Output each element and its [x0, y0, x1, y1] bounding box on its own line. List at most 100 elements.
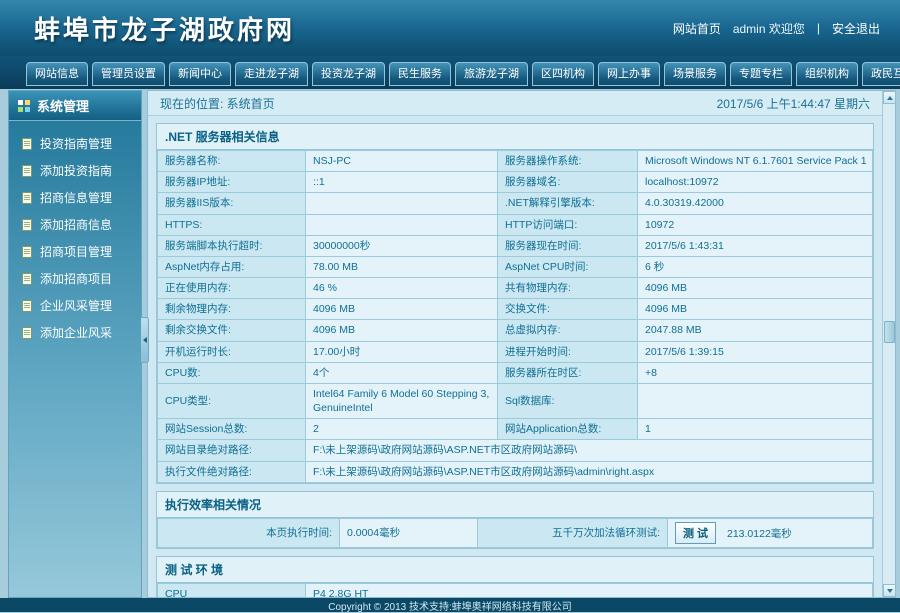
nav-tab-tourism-longzihu[interactable]: 旅游龙子湖 [455, 62, 528, 86]
arrow-up-icon [887, 96, 893, 100]
user-greeting: admin 欢迎您 [733, 20, 805, 37]
sidebar-item-merchants-project-add[interactable]: 添加招商项目 [9, 265, 141, 292]
table-row: CPU数: 4个 服务器所在时区: +8 [158, 362, 873, 383]
sidebar-item-label: 添加招商信息 [40, 216, 112, 233]
field-label: HTTPS: [158, 214, 306, 235]
field-label: CPU数: [158, 362, 306, 383]
field-value: 4096 MB [306, 299, 498, 320]
field-label: 网站Application总数: [498, 419, 638, 440]
nav-tab-site-info[interactable]: 网站信息 [26, 62, 88, 86]
sidebar-item-label: 招商项目管理 [40, 243, 112, 260]
field-value: 4096 MB [638, 278, 873, 299]
table-row: 服务器名称: NSJ-PC 服务器操作系统: Microsoft Windows… [158, 151, 873, 172]
nav-tab-livelihood-services[interactable]: 民生服务 [389, 62, 451, 86]
header-links: 网站首页 admin 欢迎您 | 安全退出 [673, 20, 880, 37]
field-label: 交换文件: [498, 299, 638, 320]
field-value: 46 % [306, 278, 498, 299]
field-value: 4096 MB [638, 299, 873, 320]
field-label: 网站Session总数: [158, 419, 306, 440]
table-row: 执行文件绝对路径: F:\未上架源码\政府网站源码\ASP.NET市区政府网站源… [158, 461, 873, 482]
nav-tab-organizations[interactable]: 组织机构 [796, 62, 858, 86]
nav-tab-public-interaction[interactable]: 政民互动 [862, 62, 900, 86]
table-row: 剩余交换文件: 4096 MB 总虚拟内存: 2047.88 MB [158, 320, 873, 341]
field-value: 78.00 MB [306, 256, 498, 277]
nav-tab-scene-services[interactable]: 场景服务 [664, 62, 726, 86]
sidebar-item-merchants-project-manage[interactable]: 招商项目管理 [9, 238, 141, 265]
field-value [306, 214, 498, 235]
sidebar-title: 系统管理 [37, 96, 89, 115]
content-scrollbar[interactable] [882, 91, 895, 597]
field-value: 10972 [638, 214, 873, 235]
logout-link[interactable]: 安全退出 [832, 20, 880, 37]
field-value: 0.0004毫秒 [340, 518, 478, 547]
table-row: 剩余物理内存: 4096 MB 交换文件: 4096 MB [158, 299, 873, 320]
field-label: .NET解释引擎版本: [498, 193, 638, 214]
sidebar-header: 系统管理 [9, 91, 141, 121]
field-value: 4个 [306, 362, 498, 383]
sidebar-item-merchants-info-add[interactable]: 添加招商信息 [9, 211, 141, 238]
nav-tab-special-topics[interactable]: 专题专栏 [730, 62, 792, 86]
nav-tab-online-services[interactable]: 网上办事 [598, 62, 660, 86]
table-row: CPU类型: Intel64 Family 6 Model 60 Steppin… [158, 383, 873, 418]
field-label: 五千万次加法循环测试: [478, 518, 668, 547]
table-row: HTTPS: HTTP访问端口: 10972 [158, 214, 873, 235]
document-icon [22, 273, 32, 285]
document-icon [22, 300, 32, 312]
nav-tab-news-center[interactable]: 新闻中心 [169, 62, 231, 86]
field-value: 6 秒 [638, 256, 873, 277]
server-info-section: .NET 服务器相关信息 服务器名称: NSJ-PC 服务器操作系统: Micr… [156, 123, 874, 484]
field-label: CPU [158, 583, 306, 598]
field-label: 服务器操作系统: [498, 151, 638, 172]
table-row: 网站目录绝对路径: F:\未上架源码\政府网站源码\ASP.NET市区政府网站源… [158, 440, 873, 461]
field-label: 网站目录绝对路径: [158, 440, 306, 461]
table-row: AspNet内存占用: 78.00 MB AspNet CPU时间: 6 秒 [158, 256, 873, 277]
sidebar-menu: 投资指南管理 添加投资指南 招商信息管理 添加招商信息 招商项目管理 添加招商项… [9, 121, 141, 346]
sidebar-item-investment-guide-manage[interactable]: 投资指南管理 [9, 130, 141, 157]
server-info-title: .NET 服务器相关信息 [157, 124, 873, 150]
sidebar-collapse-handle[interactable] [141, 317, 149, 363]
field-value [306, 193, 498, 214]
scroll-up-button[interactable] [883, 91, 896, 104]
document-icon [22, 165, 32, 177]
content-area: 现在的位置: 系统首页 2017/5/6 上午1:44:47 星期六 .NET … [147, 90, 896, 598]
table-row: 服务器IP地址: ::1 服务器域名: localhost:10972 [158, 172, 873, 193]
scrollbar-thumb[interactable] [884, 321, 895, 343]
datetime-display: 2017/5/6 上午1:44:47 星期六 [717, 95, 870, 112]
nav-tab-admin-settings[interactable]: 管理员设置 [92, 62, 165, 86]
field-value: Microsoft Windows NT 6.1.7601 Service Pa… [638, 151, 873, 172]
sidebar-item-enterprise-showcase-add[interactable]: 添加企业风采 [9, 319, 141, 346]
link-separator: | [817, 21, 820, 35]
field-value: 4.0.30319.42000 [638, 193, 873, 214]
field-value: 2 [306, 419, 498, 440]
sidebar-item-label: 添加企业风采 [40, 324, 112, 341]
nav-tab-invest-longzihu[interactable]: 投资龙子湖 [312, 62, 385, 86]
sidebar-item-label: 企业风采管理 [40, 297, 112, 314]
table-row: 服务器IIS版本: .NET解释引擎版本: 4.0.30319.42000 [158, 193, 873, 214]
table-row: 网站Session总数: 2 网站Application总数: 1 [158, 419, 873, 440]
field-label: AspNet CPU时间: [498, 256, 638, 277]
sidebar-item-investment-guide-add[interactable]: 添加投资指南 [9, 157, 141, 184]
field-value: +8 [638, 362, 873, 383]
server-info-table: 服务器名称: NSJ-PC 服务器操作系统: Microsoft Windows… [157, 150, 873, 483]
home-link[interactable]: 网站首页 [673, 20, 721, 37]
field-label: 总虚拟内存: [498, 320, 638, 341]
sidebar: 系统管理 投资指南管理 添加投资指南 招商信息管理 添加招商信息 招商项 [8, 90, 142, 598]
test-button[interactable]: 测 试 [675, 522, 716, 544]
nav-tab-about-longzihu[interactable]: 走进龙子湖 [235, 62, 308, 86]
arrow-left-icon [143, 337, 147, 343]
table-row: 服务端脚本执行超时: 30000000秒 服务器现在时间: 2017/5/6 1… [158, 235, 873, 256]
sidebar-item-merchants-info-manage[interactable]: 招商信息管理 [9, 184, 141, 211]
scroll-down-button[interactable] [883, 584, 896, 597]
site-title: 蚌埠市龙子湖政府网 [34, 10, 295, 47]
nav-tab-district-agencies[interactable]: 区四机构 [532, 62, 594, 86]
field-label: 服务器IP地址: [158, 172, 306, 193]
field-value [638, 383, 873, 418]
table-row: 开机运行时长: 17.00小时 进程开始时间: 2017/5/6 1:39:15 [158, 341, 873, 362]
sidebar-item-label: 投资指南管理 [40, 135, 112, 152]
table-row: CPU P4 2.8G HT [158, 583, 873, 598]
field-value: NSJ-PC [306, 151, 498, 172]
field-label: 本页执行时间: [158, 518, 340, 547]
document-icon [22, 138, 32, 150]
field-label: 共有物理内存: [498, 278, 638, 299]
sidebar-item-enterprise-showcase-manage[interactable]: 企业风采管理 [9, 292, 141, 319]
